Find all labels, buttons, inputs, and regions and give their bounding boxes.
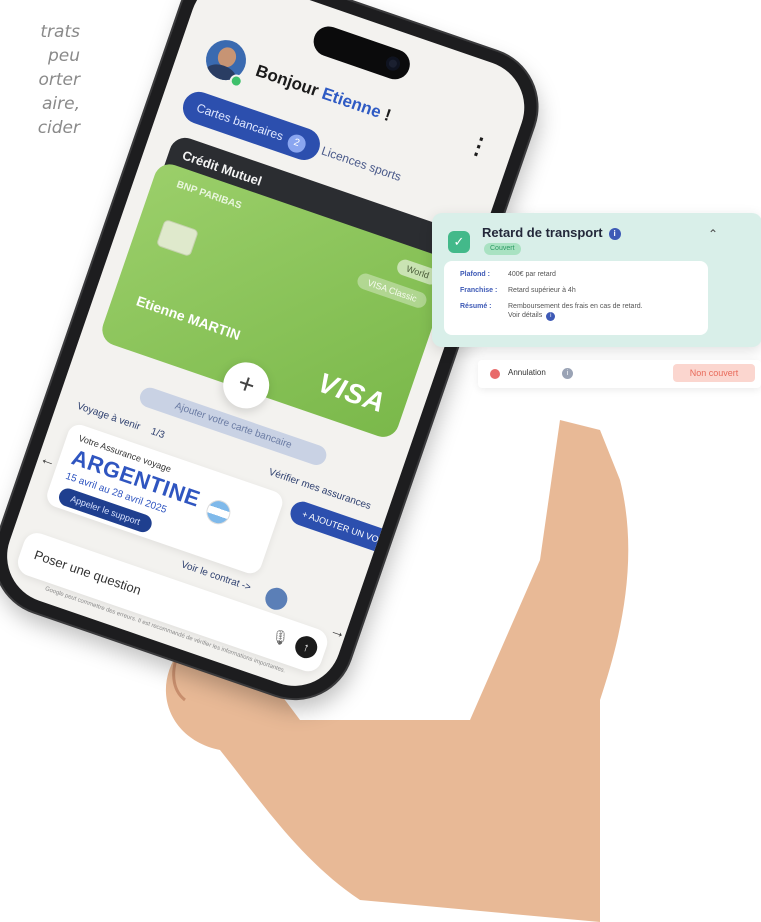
- detail-value: Remboursement des frais en cas de retard…: [508, 303, 643, 310]
- more-menu-icon[interactable]: · · ·: [469, 126, 489, 167]
- cancellation-label: Annulation: [508, 368, 546, 377]
- camera-icon: [384, 54, 402, 73]
- info-icon[interactable]: i: [608, 227, 621, 240]
- not-covered-badge: Non couvert: [673, 364, 755, 382]
- card-holder: Etienne MARTIN: [134, 292, 243, 344]
- covered-badge: Couvert: [484, 243, 521, 255]
- next-arrow-icon[interactable]: →: [327, 622, 349, 644]
- trip-pager: 1/3: [149, 426, 166, 442]
- chevron-up-icon[interactable]: ⌃: [708, 227, 718, 241]
- dynamic-island: [309, 22, 414, 84]
- detail-key: Résumé :: [460, 303, 492, 310]
- coverage-row-cancellation[interactable]: Annulation i Non couvert: [478, 360, 761, 388]
- argentina-flag-icon: [203, 496, 234, 528]
- detail-value: Retard supérieur à 4h: [508, 287, 576, 294]
- advisor-avatar: [262, 584, 291, 613]
- clock-check-icon: ✓: [448, 231, 470, 253]
- coverage-panel-transport-delay: ✓ Retard de transport i Couvert ⌃ Plafond…: [432, 213, 761, 347]
- coverage-details: Plafond : 400€ par retard Franchise : Re…: [444, 261, 708, 335]
- card-chip-icon: [155, 218, 200, 258]
- see-details-text: Voir détails: [508, 312, 543, 319]
- detail-key: Plafond :: [460, 271, 490, 278]
- tab-label: Cartes bancaires: [194, 100, 286, 144]
- tab-sports-licences[interactable]: Licences sports: [317, 135, 406, 192]
- tab-count-badge: 2: [284, 132, 308, 155]
- detail-value: 400€ par retard: [508, 271, 556, 278]
- coverage-title: Retard de transport i: [482, 225, 621, 240]
- info-icon[interactable]: i: [562, 368, 573, 379]
- microphone-icon[interactable]: 🎙: [269, 627, 291, 649]
- status-dot-icon: [490, 369, 500, 379]
- see-details-link[interactable]: Voir détails i: [508, 312, 556, 321]
- detail-key: Franchise :: [460, 287, 498, 294]
- avatar[interactable]: [200, 34, 252, 86]
- check-insurance-link[interactable]: Vérifier mes assurances: [267, 467, 372, 512]
- send-icon[interactable]: ↑: [292, 633, 321, 662]
- greeting-name: Etienne: [319, 83, 384, 122]
- coverage-title-text: Retard de transport: [482, 225, 603, 240]
- info-icon: i: [546, 312, 556, 321]
- greeting-prefix: Bonjour: [253, 61, 322, 101]
- visa-logo: VISA: [314, 366, 390, 419]
